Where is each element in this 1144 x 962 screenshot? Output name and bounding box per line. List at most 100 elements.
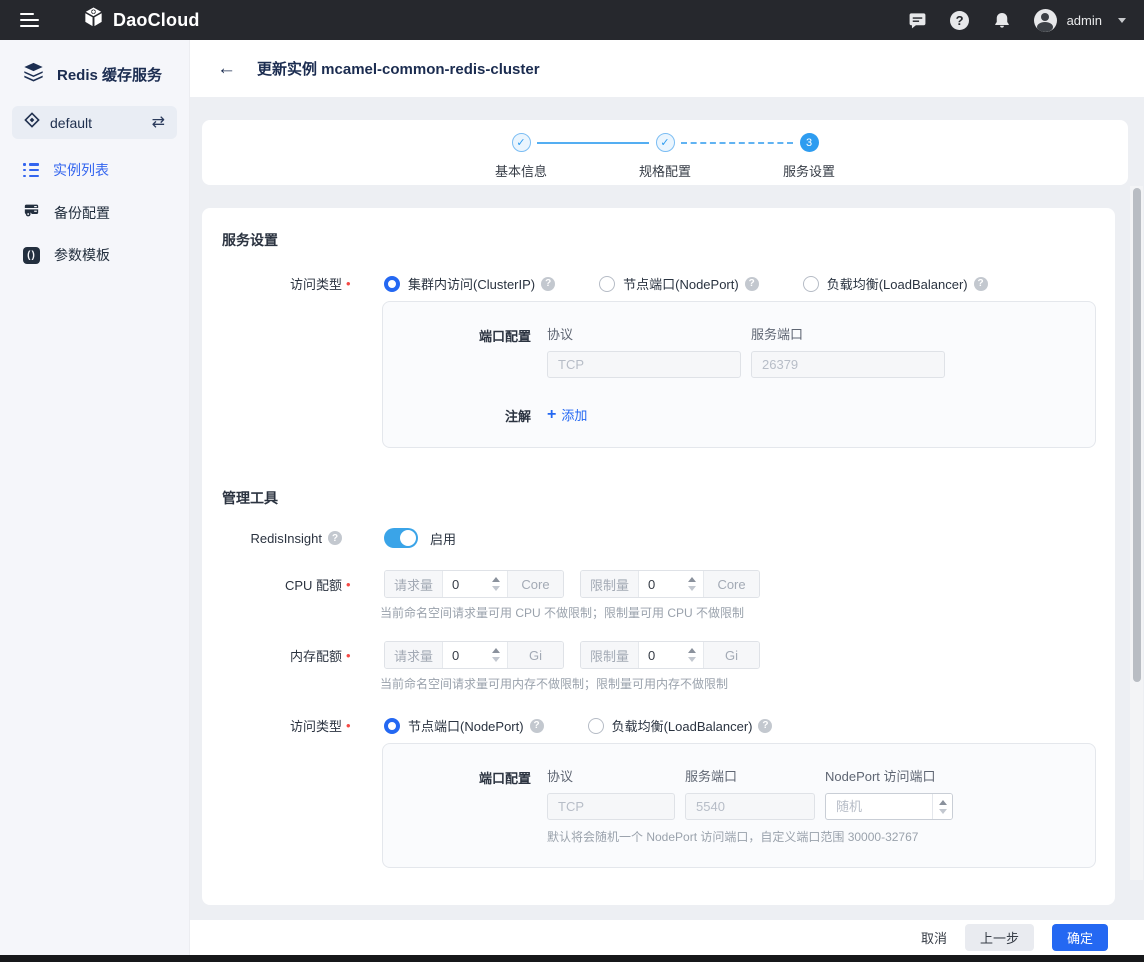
tools-access-type-row: 访问类型• 节点端口(NodePort) ? 负载均衡(LoadBalancer…: [222, 716, 1115, 735]
spinner-down-icon: [688, 657, 696, 662]
workspace-name: default: [50, 115, 92, 131]
wizard-footer: 取消 上一步 确定: [190, 920, 1144, 955]
port-config-label: 端口配置: [383, 324, 531, 378]
cpu-request-input[interactable]: 0: [443, 571, 507, 597]
radio-clusterip[interactable]: 集群内访问(ClusterIP) ?: [384, 274, 555, 293]
user-menu-chevron-icon[interactable]: [1118, 18, 1126, 23]
wizard-stepper: ✓ 基本信息 ✓ 规格配置 3 服务设置: [202, 120, 1128, 185]
help-icon[interactable]: ?: [745, 277, 759, 291]
sidebar-item-instance-list[interactable]: 实例列表: [0, 149, 189, 191]
top-navbar: DaoCloud ? admin: [0, 0, 1144, 40]
confirm-button[interactable]: 确定: [1052, 924, 1108, 951]
access-type-row: 访问类型• 集群内访问(ClusterIP) ? 节点端口(NodePort) …: [222, 274, 1115, 293]
list-icon: [23, 163, 39, 177]
help-icon[interactable]: ?: [974, 277, 988, 291]
switch-workspace-icon[interactable]: ⇄: [152, 115, 165, 131]
parameter-template-icon: (): [23, 247, 40, 264]
section-title-management-tools: 管理工具: [222, 488, 1115, 508]
sidebar-item-label: 实例列表: [53, 160, 109, 180]
spinner-up-icon: [492, 648, 500, 653]
daocloud-cube-icon: [82, 6, 105, 34]
sidebar-item-param-template[interactable]: () 参数模板: [0, 234, 189, 276]
number-stepper[interactable]: [682, 571, 702, 597]
memory-quota-row: 内存配额• 请求量 0 Gi 限制量 0: [222, 641, 1115, 669]
page-title: 更新实例 mcamel-common-redis-cluster: [257, 58, 540, 79]
previous-step-button[interactable]: 上一步: [965, 924, 1034, 951]
scrollbar-thumb[interactable]: [1133, 188, 1141, 682]
memory-limit-input[interactable]: 0: [639, 642, 703, 668]
nodeport-hint: 默认将会随机一个 NodePort 访问端口，自定义端口范围 30000-327…: [547, 828, 1095, 845]
protocol-input: [547, 351, 741, 378]
product-title: Redis 缓存服务: [57, 64, 162, 85]
user-avatar-icon[interactable]: [1034, 9, 1057, 32]
service-port-input: [751, 351, 945, 378]
help-icon[interactable]: ?: [950, 10, 970, 30]
message-icon[interactable]: [908, 10, 928, 30]
add-annotation-button[interactable]: + 添加: [547, 405, 587, 424]
service-port-config-box: 端口配置 协议 服务端口 注解 +: [382, 301, 1096, 448]
workspace-selector[interactable]: default ⇄: [12, 106, 177, 139]
radio-tools-nodeport[interactable]: 节点端口(NodePort) ?: [384, 716, 544, 735]
backup-icon: [23, 202, 40, 223]
sidebar-item-backup-config[interactable]: 备份配置: [0, 191, 189, 234]
sidebar: Redis 缓存服务 default ⇄ 实例列表: [0, 40, 190, 955]
cancel-button[interactable]: 取消: [921, 928, 947, 947]
redisinsight-row: RedisInsight ? 启用: [222, 528, 1115, 548]
radio-nodeport[interactable]: 节点端口(NodePort) ?: [599, 274, 759, 293]
back-arrow-icon[interactable]: ←: [217, 58, 236, 80]
cpu-limit-input[interactable]: 0: [639, 571, 703, 597]
help-icon[interactable]: ?: [541, 277, 555, 291]
radio-unselected-icon: [588, 718, 604, 734]
menu-toggle-icon[interactable]: [20, 9, 40, 31]
number-stepper[interactable]: [486, 571, 506, 597]
page-header: ← 更新实例 mcamel-common-redis-cluster: [190, 40, 1144, 97]
step-done-check-icon: ✓: [656, 133, 675, 152]
number-stepper[interactable]: [682, 642, 702, 668]
radio-selected-icon: [384, 276, 400, 292]
toggle-state-label: 启用: [430, 529, 456, 548]
radio-tools-loadbalancer[interactable]: 负载均衡(LoadBalancer) ?: [588, 716, 773, 735]
brand-name: DaoCloud: [113, 10, 200, 31]
notification-bell-icon[interactable]: [992, 10, 1012, 30]
radio-selected-icon: [384, 718, 400, 734]
help-icon[interactable]: ?: [328, 531, 342, 545]
content-scroll-area: ✓ 基本信息 ✓ 规格配置 3 服务设置 服务设置 访问类型•: [190, 97, 1144, 920]
memory-request-input[interactable]: 0: [443, 642, 507, 668]
plus-icon: +: [547, 407, 556, 423]
protocol-label: 协议: [547, 766, 675, 785]
spinner-down-icon: [492, 657, 500, 662]
section-title-service-settings: 服务设置: [222, 230, 1115, 250]
tools-port-config-box: 端口配置 协议 服务端口 NodePort 访问端口: [382, 743, 1096, 868]
spinner-down-icon: [939, 809, 947, 814]
sidebar-menu: 实例列表 备份配置 () 参数模板: [0, 149, 189, 276]
service-port-label: 服务端口: [685, 766, 815, 785]
step-basic-info[interactable]: ✓ 基本信息: [485, 133, 557, 180]
brand-logo[interactable]: DaoCloud: [82, 6, 200, 34]
number-stepper[interactable]: [486, 642, 506, 668]
step-spec-config[interactable]: ✓ 规格配置: [629, 133, 701, 180]
memory-request-group: 请求量 0 Gi: [384, 641, 564, 669]
spinner-up-icon: [688, 648, 696, 653]
form-card: 服务设置 访问类型• 集群内访问(ClusterIP) ? 节点端口(NodeP…: [202, 208, 1115, 905]
number-stepper[interactable]: [932, 794, 952, 819]
memory-limit-group: 限制量 0 Gi: [580, 641, 760, 669]
tools-protocol-input: [547, 793, 675, 820]
spinner-down-icon: [492, 586, 500, 591]
protocol-label: 协议: [547, 324, 741, 343]
spinner-up-icon: [939, 800, 947, 805]
sidebar-item-label: 备份配置: [54, 203, 110, 223]
radio-unselected-icon: [803, 276, 819, 292]
redisinsight-toggle[interactable]: [384, 528, 418, 548]
step-service-settings[interactable]: 3 服务设置: [773, 133, 845, 180]
step-number: 3: [800, 133, 819, 152]
main-area: ← 更新实例 mcamel-common-redis-cluster ✓ 基本信…: [190, 40, 1144, 955]
help-icon[interactable]: ?: [758, 719, 772, 733]
workspace-diamond-icon: [24, 112, 40, 133]
port-config-label: 端口配置: [383, 766, 531, 820]
sidebar-item-label: 参数模板: [54, 245, 110, 265]
annotation-label: 注解: [383, 404, 531, 425]
radio-loadbalancer[interactable]: 负载均衡(LoadBalancer) ?: [803, 274, 988, 293]
redis-stack-icon: [22, 61, 45, 88]
help-icon[interactable]: ?: [530, 719, 544, 733]
memory-quota-hint: 当前命名空间请求量可用内存不做限制；限制量可用内存不做限制: [380, 675, 1115, 692]
